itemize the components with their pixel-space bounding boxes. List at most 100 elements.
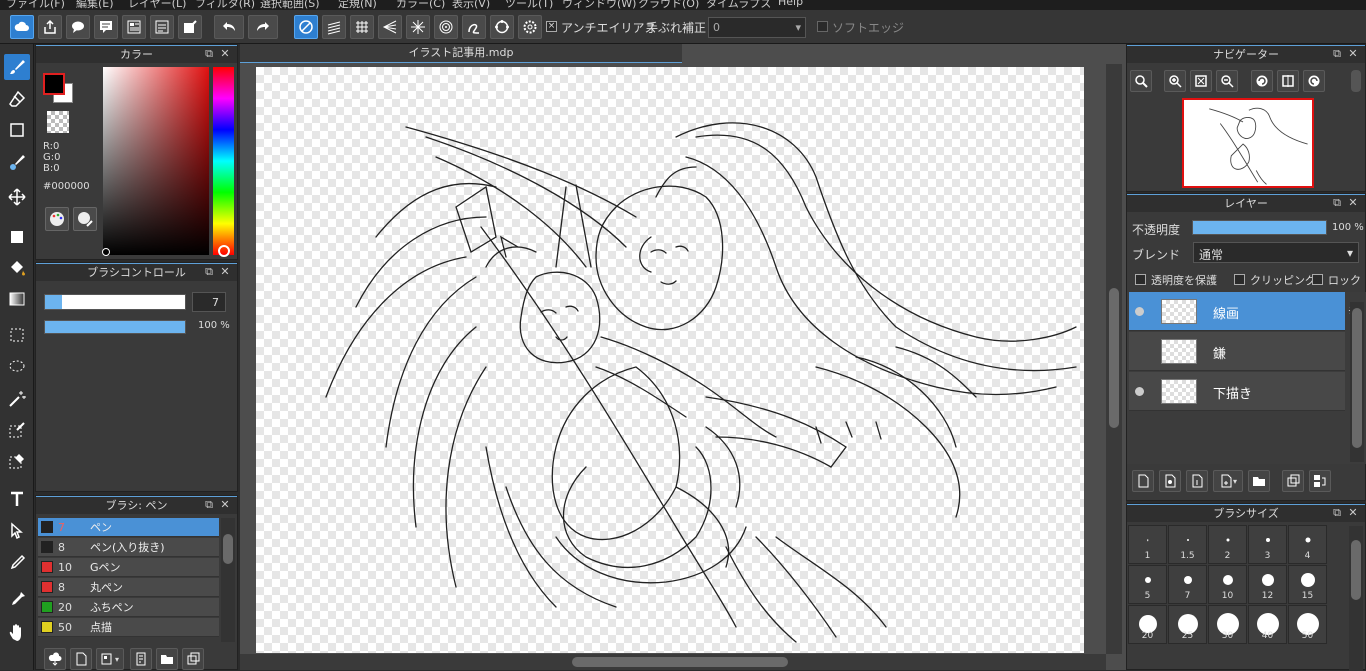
curve-snap-icon[interactable] — [462, 15, 486, 39]
drawing-canvas[interactable] — [256, 67, 1084, 653]
document-tab[interactable]: イラスト記事用.mdp — [240, 44, 682, 63]
message-icon[interactable] — [94, 15, 118, 39]
brush-tool-icon[interactable] — [4, 54, 30, 80]
brush-size-slider[interactable] — [44, 294, 186, 310]
brush-list-item[interactable]: 7ペン✹ — [38, 518, 235, 537]
merge-layer-icon[interactable] — [1309, 470, 1331, 492]
brush-size-option[interactable]: 25 — [1168, 605, 1207, 644]
hand-tool-icon[interactable] — [4, 619, 30, 645]
protect-alpha-checkbox[interactable] — [1135, 274, 1146, 285]
brush-list-scrollbar[interactable] — [221, 518, 235, 642]
zoom-out-icon[interactable] — [1216, 70, 1238, 92]
brush-size-option[interactable]: 10 — [1208, 565, 1247, 604]
layer-opacity-slider[interactable] — [1192, 220, 1327, 235]
brush-list-item[interactable]: 20 ふちペン — [38, 598, 219, 617]
brush-size-option[interactable]: 50 — [1288, 605, 1327, 644]
layer-row[interactable]: 下描き — [1129, 372, 1345, 411]
brush-size-option[interactable]: 2 — [1208, 525, 1247, 564]
new-layer-icon[interactable] — [1132, 470, 1154, 492]
zoom-in-icon[interactable] — [1164, 70, 1186, 92]
rotate-right-icon[interactable] — [1303, 70, 1325, 92]
popout-icon[interactable]: ⧉ — [203, 48, 215, 60]
popout-icon[interactable]: ⧉ — [1331, 197, 1343, 209]
menu-select[interactable]: 選択範囲(S) — [260, 0, 320, 10]
transparent-color-swatch[interactable] — [47, 111, 69, 133]
palette-edit-icon[interactable] — [73, 207, 97, 231]
stabilizer-select[interactable]: 0 ▾ — [708, 17, 806, 38]
lasso-tool-icon[interactable] — [4, 354, 30, 380]
brush-size-option[interactable]: 4 — [1288, 525, 1327, 564]
circle-snap-icon[interactable] — [490, 15, 514, 39]
hue-slider[interactable] — [213, 67, 234, 255]
layer-row[interactable]: 鎌 — [1129, 332, 1345, 371]
close-icon[interactable]: ✕ — [219, 266, 231, 278]
shape-tool-icon[interactable] — [4, 117, 30, 143]
menu-edit[interactable]: 編集(E) — [76, 0, 114, 10]
saturation-value-picker[interactable] — [103, 67, 209, 255]
layer-row[interactable]: 線画 ✹ — [1129, 292, 1363, 331]
new-layer-8bit-icon[interactable] — [1159, 470, 1181, 492]
menu-ruler[interactable]: 定規(N) — [338, 0, 377, 10]
palette-icon[interactable] — [45, 207, 69, 231]
parallel-snap-icon[interactable] — [322, 15, 346, 39]
brush-opacity-slider[interactable] — [44, 320, 186, 334]
add-layer-menu-icon[interactable]: ▾ — [1213, 470, 1243, 492]
softedge-checkbox[interactable] — [817, 21, 828, 32]
redo-icon[interactable] — [248, 15, 278, 39]
menu-cloud[interactable]: クラウド(O) — [638, 0, 699, 10]
cloud-icon[interactable] — [10, 15, 34, 39]
navigator-preview[interactable] — [1182, 98, 1314, 188]
visibility-eye-icon[interactable] — [1135, 387, 1144, 396]
rotate-left-icon[interactable] — [1251, 70, 1273, 92]
magic-wand-tool-icon[interactable] — [4, 386, 30, 412]
brush-list-item[interactable]: 10 Gペン — [38, 558, 219, 577]
gallery-icon[interactable] — [122, 15, 146, 39]
brush-download-icon[interactable] — [44, 648, 66, 670]
brush-size-option[interactable]: 12 — [1248, 565, 1287, 604]
new-brush-icon[interactable] — [70, 648, 92, 670]
brush-folder-icon[interactable] — [156, 648, 178, 670]
brush-size-option[interactable]: 7 — [1168, 565, 1207, 604]
close-icon[interactable]: ✕ — [1347, 197, 1359, 209]
share-icon[interactable] — [38, 15, 62, 39]
settings-gear-icon[interactable] — [518, 15, 542, 39]
brush-size-option[interactable]: 3 — [1248, 525, 1287, 564]
blur-brush-icon[interactable] — [4, 149, 30, 175]
brush-script-icon[interactable] — [130, 648, 152, 670]
brush-size-option[interactable]: 5 — [1128, 565, 1167, 604]
brush-size-option[interactable]: 1.5 — [1168, 525, 1207, 564]
horizontal-scroll-thumb[interactable] — [572, 657, 788, 667]
brush-size-scrollbar[interactable] — [1349, 526, 1363, 671]
canvas-horizontal-scrollbar[interactable] — [240, 654, 1106, 670]
concentric-snap-icon[interactable] — [434, 15, 458, 39]
brush-size-option[interactable]: 1 — [1128, 525, 1167, 564]
menu-filter[interactable]: フィルタ(R) — [195, 0, 255, 10]
radial-snap-icon[interactable] — [406, 15, 430, 39]
snap-off-icon[interactable] — [294, 15, 318, 39]
foreground-color-swatch[interactable] — [43, 73, 65, 95]
menu-help[interactable]: Help — [778, 0, 803, 8]
grid-snap-icon[interactable] — [350, 15, 374, 39]
menu-timelapse[interactable]: タイムラプス — [706, 0, 771, 10]
eraser-tool-icon[interactable] — [4, 86, 30, 112]
popout-icon[interactable]: ⧉ — [203, 499, 215, 511]
brush-duplicate-icon[interactable] — [182, 648, 204, 670]
brush-type-icon[interactable]: ▾ — [96, 648, 124, 670]
brush-size-option[interactable]: 15 — [1288, 565, 1327, 604]
close-icon[interactable]: ✕ — [1347, 507, 1359, 519]
brush-size-option[interactable]: 40 — [1248, 605, 1287, 644]
gradient-tool-icon[interactable] — [4, 286, 30, 312]
menu-window[interactable]: ウィンドウ(W) — [562, 0, 636, 10]
move-tool-icon[interactable] — [4, 184, 30, 210]
scrollbar-thumb[interactable] — [223, 534, 233, 564]
list-icon[interactable] — [150, 15, 174, 39]
brush-list-item[interactable]: 8 ペン(入り抜き) — [38, 538, 219, 557]
comment-icon[interactable] — [66, 15, 90, 39]
clipping-checkbox[interactable] — [1234, 274, 1245, 285]
popout-icon[interactable]: ⧉ — [1331, 48, 1343, 60]
zoom-search-icon[interactable] — [1130, 70, 1152, 92]
visibility-eye-icon[interactable] — [1135, 307, 1144, 316]
color-cursor[interactable] — [102, 248, 110, 256]
menu-layer[interactable]: レイヤー(L) — [128, 0, 186, 10]
brush-size-option[interactable]: 30 — [1208, 605, 1247, 644]
